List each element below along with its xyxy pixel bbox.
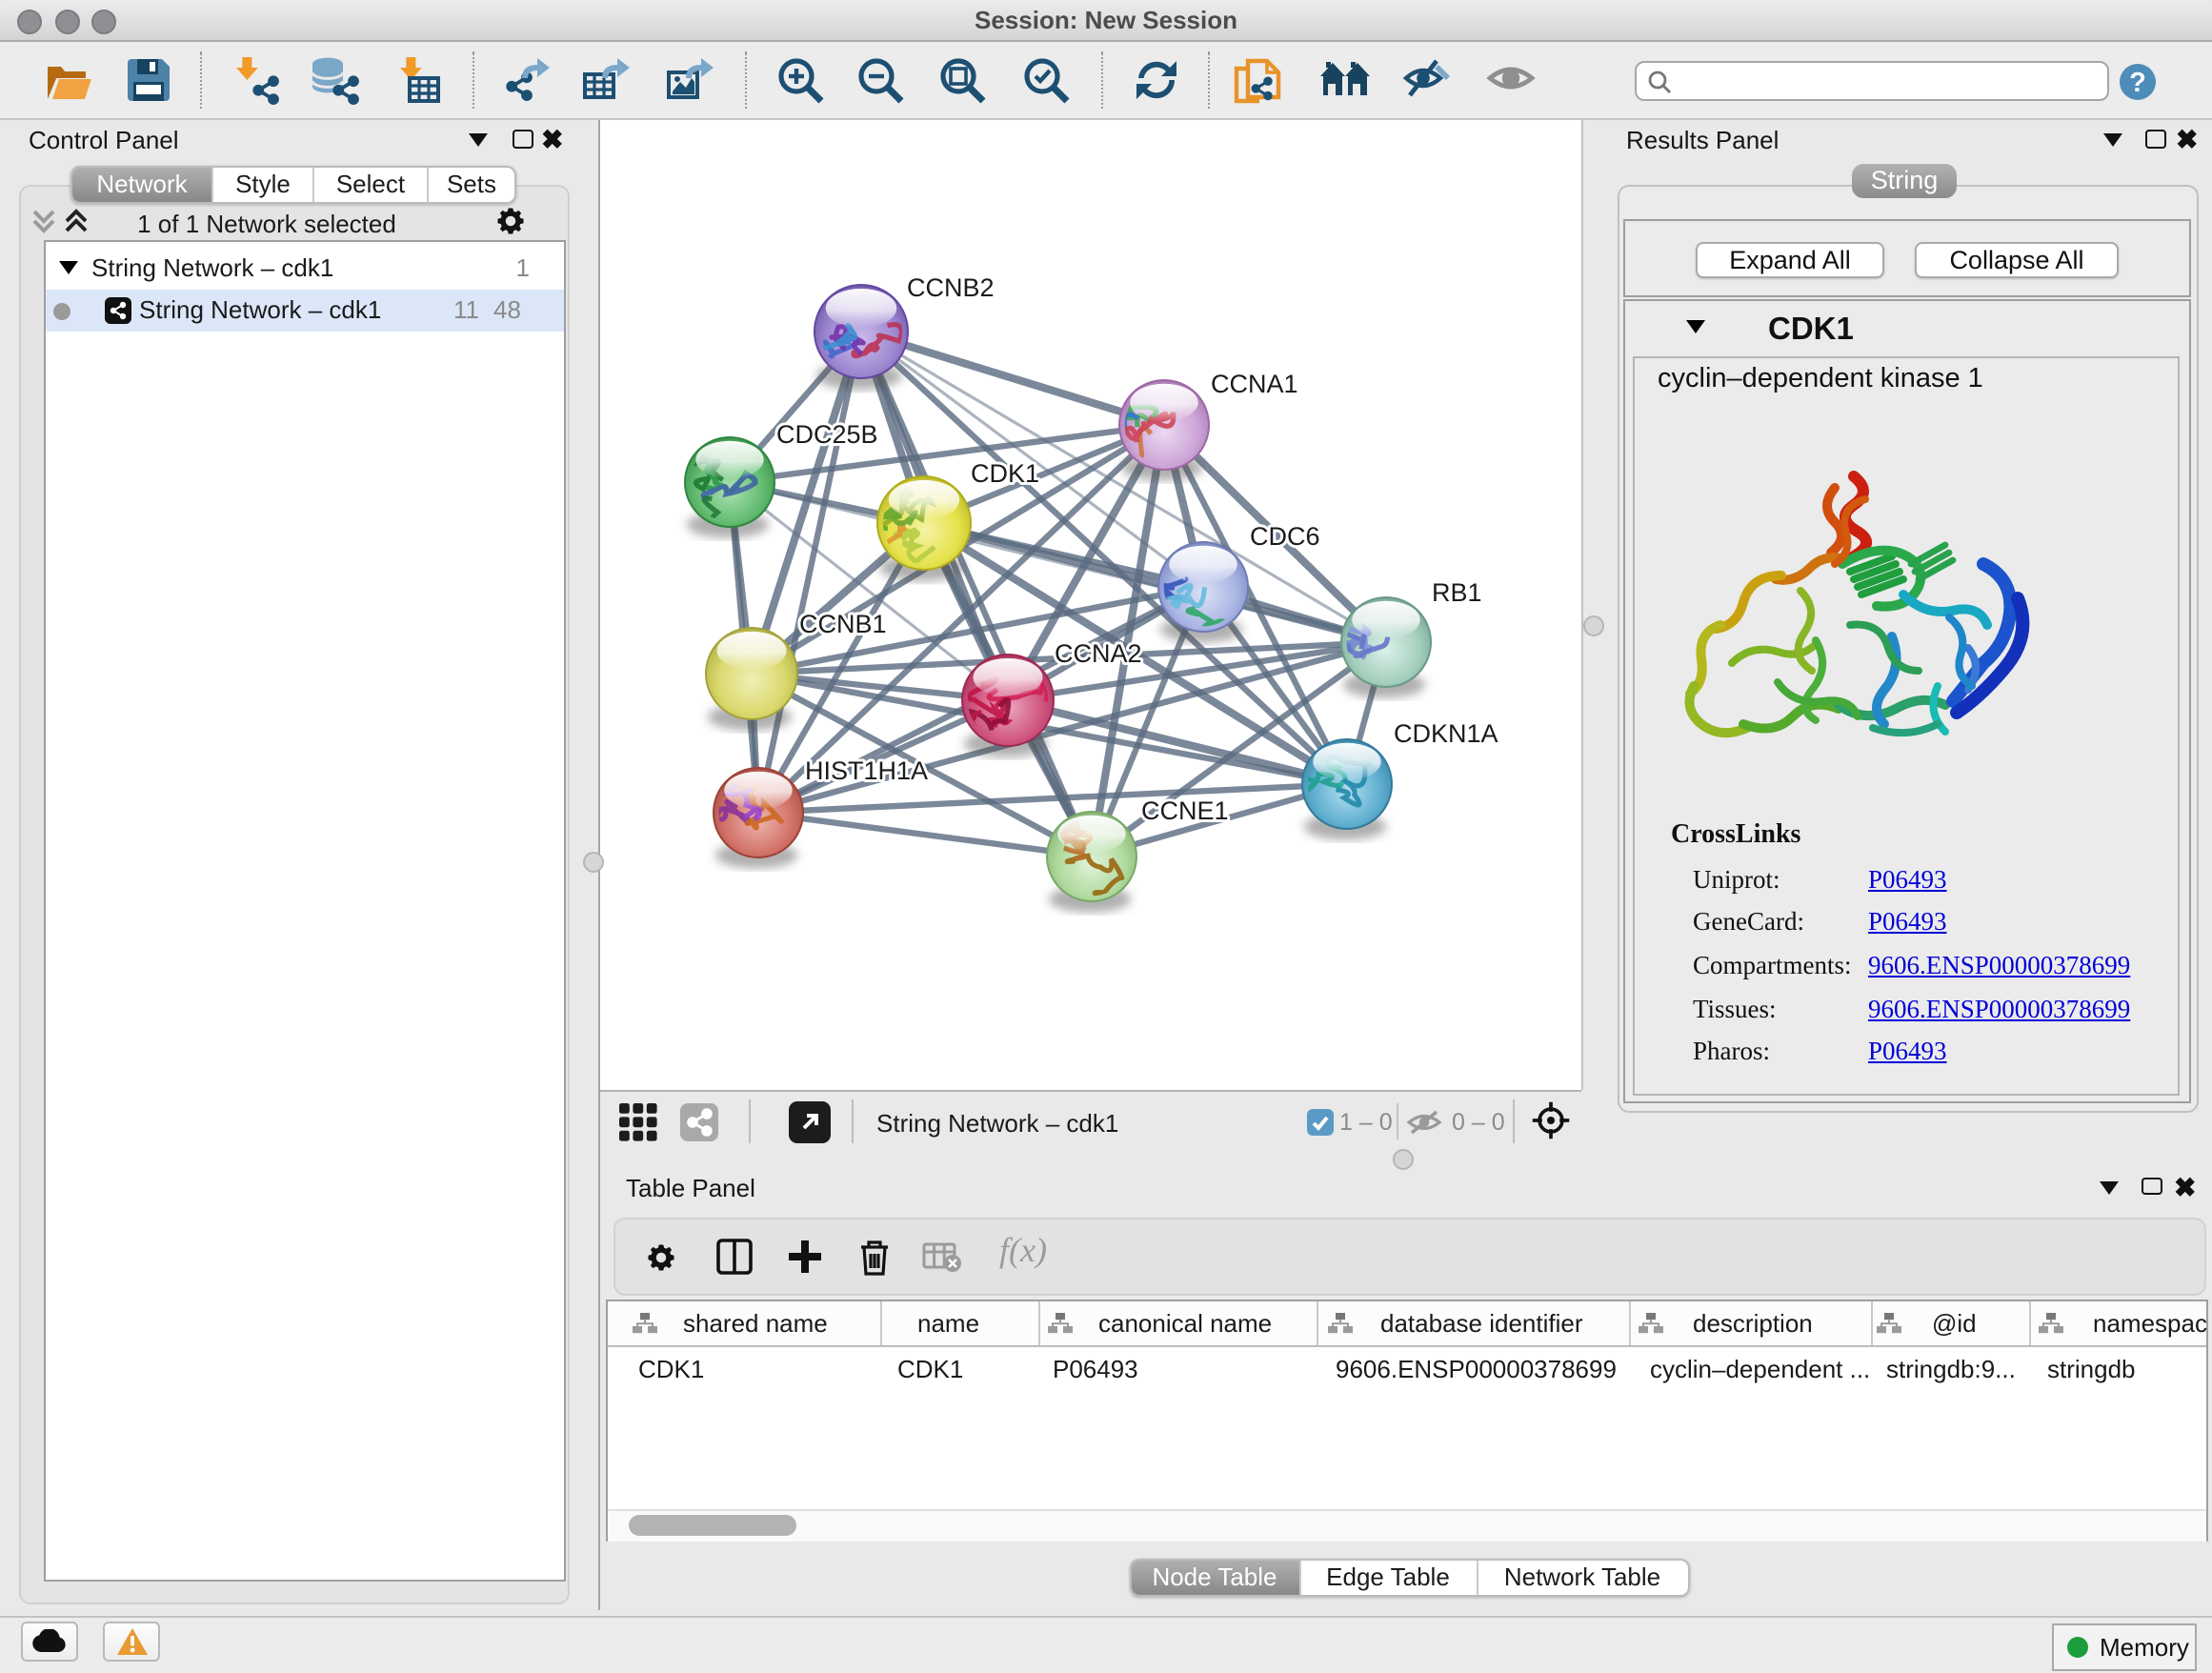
svg-text:CDC6: CDC6	[1250, 522, 1320, 551]
svg-text:CCNA2: CCNA2	[1055, 639, 1142, 668]
svg-text:HIST1H1A: HIST1H1A	[805, 756, 928, 785]
svg-text:CDKN1A: CDKN1A	[1394, 719, 1498, 748]
svg-text:CDC25B: CDC25B	[776, 420, 878, 449]
svg-text:CDK1: CDK1	[971, 459, 1039, 488]
svg-text:CCNB2: CCNB2	[907, 273, 995, 302]
svg-text:CCNB1: CCNB1	[799, 610, 887, 638]
svg-text:RB1: RB1	[1432, 578, 1482, 607]
svg-text:CCNE1: CCNE1	[1141, 796, 1229, 825]
svg-text:?: ?	[2129, 68, 2146, 98]
svg-text:CCNA1: CCNA1	[1211, 370, 1298, 398]
